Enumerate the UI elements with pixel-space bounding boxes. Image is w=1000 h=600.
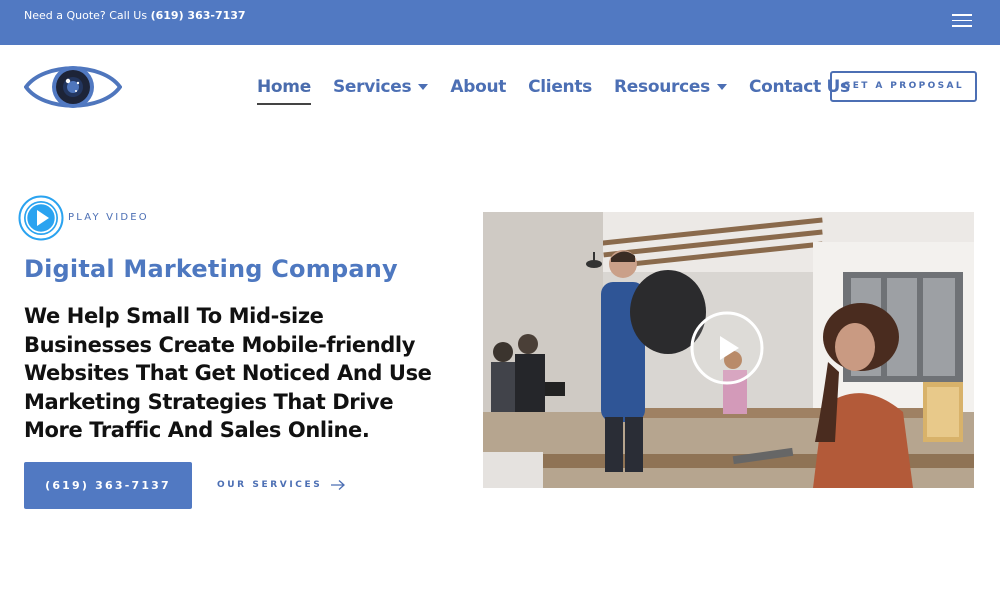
eye-logo[interactable] — [23, 58, 123, 116]
play-video-label[interactable]: PLAY VIDEO — [68, 212, 149, 223]
hamburger-icon[interactable] — [952, 14, 974, 30]
play-icon — [18, 195, 64, 241]
video-thumbnail[interactable] — [483, 212, 974, 488]
nav-home[interactable]: Home — [257, 76, 311, 105]
nav-resources[interactable]: Resources — [614, 76, 727, 98]
nav-services[interactable]: Services — [332, 76, 429, 98]
nav-services-label: Services — [332, 77, 412, 97]
get-proposal-button[interactable]: GET A PROPOSAL — [830, 71, 977, 102]
our-services-link[interactable]: OUR SERVICES — [217, 479, 346, 491]
nav-resources-label: Resources — [614, 77, 710, 97]
nav-clients[interactable]: Clients — [528, 76, 592, 98]
nav-about[interactable]: About — [450, 76, 506, 98]
nav-clients-label: Clients — [528, 77, 593, 97]
nav-about-label: About — [450, 77, 507, 97]
top-bar: Need a Quote? Call Us (619) 363-7137 — [0, 0, 1000, 45]
nav-home-label: Home — [257, 77, 311, 97]
our-services-label: OUR SERVICES — [217, 480, 323, 490]
hero-title: Digital Marketing Company — [24, 255, 398, 283]
arrow-right-icon — [331, 480, 346, 490]
quote-prefix: Need a Quote? Call Us — [24, 9, 148, 22]
caret-down-icon — [716, 84, 727, 90]
play-video-button[interactable] — [18, 195, 64, 241]
hero-subtitle: We Help Small To Mid-size Businesses Cre… — [24, 304, 432, 443]
video-play-icon[interactable] — [689, 310, 765, 386]
quote-phone-link[interactable]: (619) 363-7137 — [151, 9, 246, 22]
quote-text: Need a Quote? Call Us (619) 363-7137 — [24, 9, 246, 22]
call-phone-button[interactable]: (619) 363-7137 — [24, 462, 192, 509]
caret-down-icon — [418, 84, 429, 90]
main-nav: Home Services About Clients Resources Co… — [257, 76, 872, 106]
